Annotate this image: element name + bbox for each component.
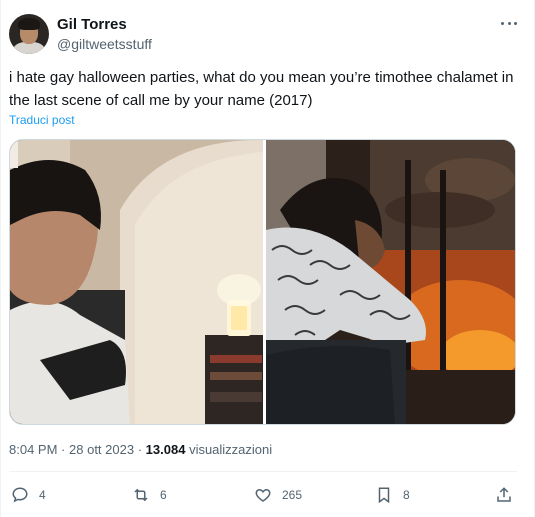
more-icon[interactable] (501, 22, 517, 26)
tweet-meta: 8:04 PM · 28 ott 2023 · 13.084 visualizz… (9, 442, 272, 457)
tweet-header: Gil Torres @giltweetsstuff (9, 14, 529, 58)
tweet-time[interactable]: 8:04 PM (9, 442, 57, 457)
avatar[interactable] (9, 14, 49, 54)
share-button[interactable] (495, 484, 523, 506)
like-icon (255, 488, 271, 502)
bookmark-icon (378, 487, 390, 504)
tweet-date[interactable]: 28 ott 2023 (69, 442, 134, 457)
share-icon (497, 487, 511, 502)
user-info: Gil Torres @giltweetsstuff (57, 16, 152, 53)
display-name[interactable]: Gil Torres (57, 16, 152, 34)
divider (9, 471, 517, 472)
photo-left[interactable] (10, 140, 263, 425)
user-handle[interactable]: @giltweetsstuff (57, 35, 152, 53)
meta-separator: · (61, 442, 66, 457)
reply-icon (12, 487, 28, 503)
tweet-media[interactable] (9, 139, 516, 425)
tweet-card: Gil Torres @giltweetsstuff i hate gay ha… (0, 0, 535, 517)
like-count: 265 (282, 488, 303, 502)
repost-count: 6 (160, 488, 167, 502)
views-label: visualizzazioni (189, 442, 273, 457)
meta-separator: · (137, 442, 143, 457)
repost-icon (134, 488, 148, 502)
translate-link[interactable]: Traduci post (9, 113, 75, 127)
views-count: 13.084 (145, 442, 186, 457)
action-bar: 4 6 265 8 (11, 484, 519, 506)
bookmark-count: 8 (403, 488, 410, 502)
repost-button[interactable]: 6 (132, 484, 167, 506)
like-button[interactable]: 265 (254, 484, 302, 506)
tweet-text: i hate gay halloween parties, what do yo… (9, 69, 514, 109)
reply-count: 4 (39, 488, 46, 502)
photo-right[interactable] (266, 140, 516, 425)
reply-button[interactable]: 4 (11, 484, 46, 506)
bookmark-button[interactable]: 8 (375, 484, 410, 506)
